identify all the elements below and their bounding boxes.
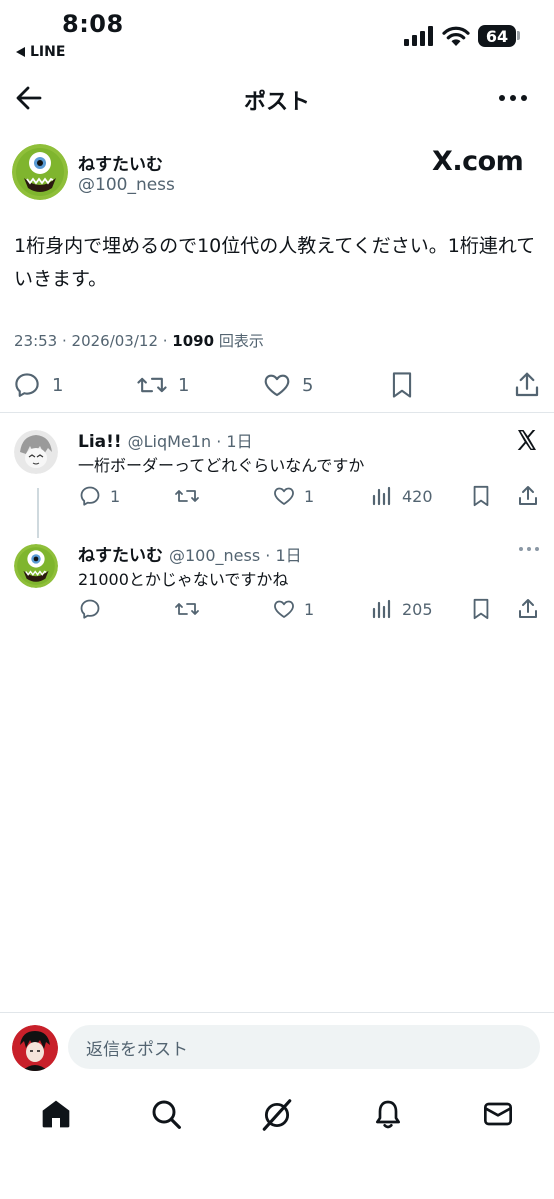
bookmark-icon[interactable]: [470, 484, 492, 508]
compose-divider: [0, 1012, 554, 1013]
cellular-signal-icon: [404, 26, 433, 46]
reply-count: 1: [52, 374, 64, 396]
reply-repost-button[interactable]: [174, 484, 208, 508]
post-timestamp: 23:53 · 2026/03/12 ·: [14, 332, 173, 350]
post-divider: [0, 412, 554, 413]
reply-views-button[interactable]: 420: [370, 484, 433, 508]
reply-like-count: 1: [304, 599, 315, 619]
repost-count: 1: [178, 374, 190, 396]
reply-button[interactable]: 1: [12, 370, 63, 400]
reply-avatar[interactable]: [14, 544, 58, 588]
reply-handle-time[interactable]: @LiqMe1n · 1日: [128, 428, 253, 452]
reply-repost-button[interactable]: [174, 597, 208, 621]
status-time: 8:08: [62, 10, 124, 38]
reply-icon: [80, 486, 100, 506]
repost-icon: [175, 490, 199, 502]
back-triangle-icon: [16, 47, 25, 57]
user-avatar[interactable]: [12, 1025, 58, 1071]
bookmark-icon[interactable]: [470, 597, 492, 621]
source-badge: X.com: [432, 146, 524, 177]
more-icon[interactable]: [518, 544, 540, 554]
reply-author-name[interactable]: ねすたいむ: [78, 541, 163, 566]
reply-icon: [15, 373, 39, 397]
reply-header: Lia!! @LiqMe1n · 1日: [78, 428, 253, 452]
share-icon[interactable]: [516, 597, 540, 621]
views-label: 回表示: [214, 332, 264, 350]
reply-views-count: 205: [402, 599, 433, 619]
wifi-icon: [442, 26, 470, 46]
reply-handle-time[interactable]: @100_ness · 1日: [169, 542, 302, 566]
reply-text: 21000とかじゃないですかね: [78, 570, 289, 589]
reply-reply-button[interactable]: [78, 597, 110, 621]
views-icon: [372, 599, 391, 619]
author-name[interactable]: ねすたいむ: [78, 150, 163, 175]
reply-views-button[interactable]: 205: [370, 597, 433, 621]
heart-icon: [264, 374, 290, 397]
post-meta: 23:53 · 2026/03/12 · 1090 回表示: [14, 330, 264, 351]
back-arrow-icon[interactable]: [14, 84, 44, 112]
reply-compose-input[interactable]: 返信をポスト: [68, 1025, 540, 1069]
x-logo-icon: [517, 430, 536, 450]
reply-like-count: 1: [304, 486, 315, 506]
battery-nub: [517, 31, 520, 40]
home-icon[interactable]: [40, 1098, 72, 1130]
mail-icon[interactable]: [482, 1098, 514, 1130]
search-icon[interactable]: [150, 1098, 182, 1130]
bookmark-icon[interactable]: [388, 370, 416, 400]
views-icon: [372, 486, 391, 506]
back-to-app-link[interactable]: LINE: [16, 44, 65, 60]
battery-indicator: 64: [478, 25, 516, 47]
reply-header: ねすたいむ @100_ness · 1日: [78, 541, 302, 566]
share-icon[interactable]: [516, 484, 540, 508]
repost-button[interactable]: 1: [136, 370, 189, 400]
heart-icon: [274, 600, 294, 618]
thread-line: [37, 488, 39, 538]
like-button[interactable]: 5: [262, 370, 313, 400]
reply-reply-count: 1: [110, 486, 121, 506]
reply-views-count: 420: [402, 486, 433, 506]
grok-icon[interactable]: [260, 1098, 294, 1132]
reply-author-name[interactable]: Lia!!: [78, 432, 122, 452]
repost-icon: [137, 377, 167, 393]
back-app-label: LINE: [30, 44, 66, 60]
views-count[interactable]: 1090: [172, 332, 214, 350]
share-icon[interactable]: [512, 370, 542, 400]
more-icon[interactable]: [498, 88, 528, 108]
like-count: 5: [302, 374, 314, 396]
author-handle[interactable]: @100_ness: [78, 175, 175, 195]
reply-avatar[interactable]: [14, 430, 58, 474]
page-title: ポスト: [243, 90, 310, 115]
reply-like-button[interactable]: 1: [272, 484, 314, 508]
reply-icon: [80, 599, 100, 619]
reply-reply-button[interactable]: 1: [78, 484, 120, 508]
heart-icon: [274, 487, 294, 505]
bell-icon[interactable]: [372, 1098, 404, 1130]
author-avatar[interactable]: [12, 144, 68, 200]
reply-text: 一桁ボーダーってどれぐらいなんですか: [78, 456, 365, 475]
post-text: 1桁身内で埋めるので10位代の人教えてください。1桁連れていきます。: [14, 235, 536, 290]
repost-icon: [175, 603, 199, 615]
reply-like-button[interactable]: 1: [272, 597, 314, 621]
